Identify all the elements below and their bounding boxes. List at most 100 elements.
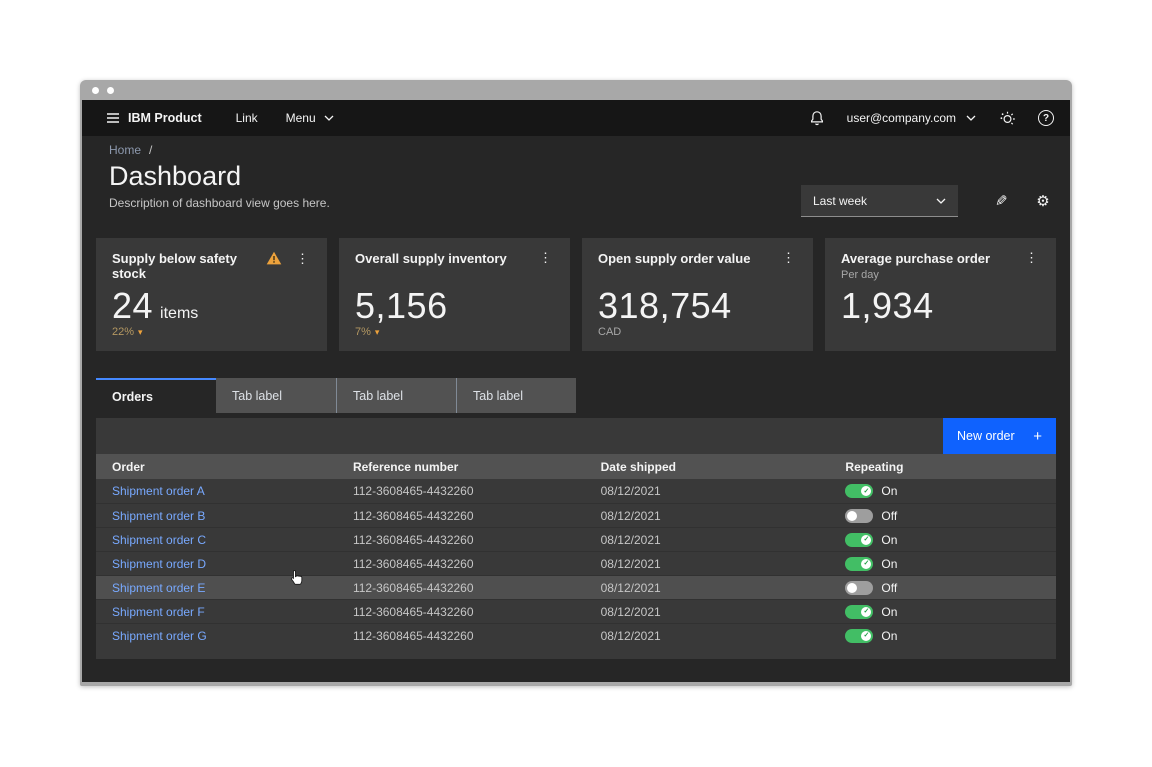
toggle-state-label: On [881, 533, 897, 547]
table-row[interactable]: Shipment order G 112-3608465-4432260 08/… [96, 623, 1056, 647]
edit-icon[interactable]: ✎ [988, 188, 1014, 214]
user-account-menu[interactable]: user@company.com [847, 111, 976, 125]
table-row[interactable]: Shipment order C 112-3608465-4432260 08/… [96, 527, 1056, 551]
kpi-card-open-supply-order-value: Open supply order value ⋮ 318,754 CAD [582, 238, 813, 351]
toggle-state-label: On [881, 605, 897, 619]
kpi-card-supply-below-safety-stock: Supply below safety stock ⋮ 24 items 22%… [96, 238, 327, 351]
browser-window: IBM Product Link Menu user@company.com [80, 80, 1072, 686]
kpi-value: 318,754 [598, 289, 732, 323]
repeating-toggle[interactable]: ✓ [845, 605, 873, 619]
settings-gear-icon[interactable]: ⚙ [1030, 188, 1056, 214]
card-title: Supply below safety stock [112, 251, 258, 281]
kpi-value: 1,934 [841, 289, 934, 323]
browser-titlebar [82, 80, 1070, 100]
tab-label-3[interactable]: Tab label [456, 378, 576, 413]
repeating-toggle[interactable]: ✓ [845, 509, 873, 523]
kpi-card-average-purchase-order: Average purchase order ⋮ Per day 1,934 [825, 238, 1056, 351]
date-shipped-cell: 08/12/2021 [585, 605, 830, 619]
kpi-card-overall-supply-inventory: Overall supply inventory ⋮ 5,156 7% ▾ [339, 238, 570, 351]
hamburger-menu-icon[interactable] [98, 110, 128, 126]
caret-down-icon: ▾ [138, 328, 143, 337]
date-shipped-cell: 08/12/2021 [585, 484, 830, 498]
reference-cell: 112-3608465-4432260 [337, 484, 585, 498]
nav-link[interactable]: Link [236, 111, 258, 125]
order-link[interactable]: Shipment order A [112, 484, 205, 498]
table-row[interactable]: Shipment order D 112-3608465-4432260 08/… [96, 551, 1056, 575]
nav-menu-label: Menu [286, 111, 316, 125]
toggle-state-label: On [881, 629, 897, 643]
user-email: user@company.com [847, 111, 956, 125]
kpi-unit: items [160, 305, 198, 323]
kpi-value: 5,156 [355, 289, 448, 323]
notifications-bell-icon[interactable] [809, 110, 825, 127]
order-link[interactable]: Shipment order G [112, 629, 207, 643]
chevron-down-icon [936, 198, 946, 204]
trend-value: 7% [355, 326, 371, 339]
order-link[interactable]: Shipment order E [112, 581, 205, 595]
column-header-date-shipped[interactable]: Date shipped [585, 460, 830, 474]
table-header: Order Reference number Date shipped Repe… [96, 454, 1056, 479]
tab-label-2[interactable]: Tab label [336, 378, 456, 413]
plus-icon: + [1033, 428, 1042, 445]
toggle-state-label: Off [881, 509, 897, 523]
reference-cell: 112-3608465-4432260 [337, 629, 585, 643]
reference-cell: 112-3608465-4432260 [337, 581, 585, 595]
order-link[interactable]: Shipment order D [112, 557, 206, 571]
overflow-menu-icon[interactable]: ⋮ [294, 252, 311, 265]
date-shipped-cell: 08/12/2021 [585, 509, 830, 523]
reference-cell: 112-3608465-4432260 [337, 557, 585, 571]
column-header-repeating[interactable]: Repeating [829, 460, 1056, 474]
repeating-toggle[interactable]: ✓ [845, 581, 873, 595]
app-frame: IBM Product Link Menu user@company.com [82, 100, 1070, 682]
repeating-toggle[interactable]: ✓ [845, 557, 873, 571]
tab-orders[interactable]: Orders [96, 378, 216, 413]
nav-menu[interactable]: Menu [286, 111, 334, 125]
tab-bar: Orders Tab label Tab label Tab label [96, 378, 1056, 413]
warning-icon [266, 251, 282, 265]
caret-down-icon: ▾ [375, 328, 380, 337]
table-row[interactable]: Shipment order F 112-3608465-4432260 08/… [96, 599, 1056, 623]
chevron-down-icon [324, 115, 334, 121]
reference-cell: 112-3608465-4432260 [337, 605, 585, 619]
period-dropdown-value: Last week [813, 194, 867, 208]
date-shipped-cell: 08/12/2021 [585, 629, 830, 643]
card-subtitle: Per day [841, 269, 1040, 281]
idea-icon[interactable] [998, 109, 1016, 127]
kpi-value: 24 [112, 289, 153, 323]
breadcrumb-home-link[interactable]: Home [109, 143, 141, 157]
column-header-order[interactable]: Order [96, 460, 337, 474]
new-order-button[interactable]: New order + [943, 418, 1056, 454]
order-link[interactable]: Shipment order B [112, 509, 205, 523]
table-toolbar: New order + [96, 418, 1056, 454]
table-row[interactable]: Shipment order A 112-3608465-4432260 08/… [96, 479, 1056, 503]
card-title: Open supply order value [598, 251, 772, 266]
period-dropdown[interactable]: Last week [801, 185, 958, 217]
table-body: Shipment order A 112-3608465-4432260 08/… [96, 479, 1056, 659]
tab-label-1[interactable]: Tab label [216, 378, 336, 413]
page-title: Dashboard [109, 162, 330, 190]
reference-cell: 112-3608465-4432260 [337, 533, 585, 547]
overflow-menu-icon[interactable]: ⋮ [780, 251, 797, 264]
order-link[interactable]: Shipment order C [112, 533, 206, 547]
order-link[interactable]: Shipment order F [112, 605, 205, 619]
page-heading-block: Dashboard Description of dashboard view … [109, 157, 330, 210]
trend-value: 22% [112, 326, 134, 339]
date-shipped-cell: 08/12/2021 [585, 557, 830, 571]
repeating-toggle[interactable]: ✓ [845, 484, 873, 498]
help-icon[interactable]: ? [1038, 110, 1054, 126]
window-dot [107, 87, 114, 94]
window-dot [92, 87, 99, 94]
kpi-cards: Supply below safety stock ⋮ 24 items 22%… [96, 238, 1056, 351]
column-header-reference[interactable]: Reference number [337, 460, 585, 474]
table-row[interactable]: Shipment order E 112-3608465-4432260 08/… [96, 575, 1056, 599]
table-row[interactable]: Shipment order B 112-3608465-4432260 08/… [96, 503, 1056, 527]
page-content: Home / Dashboard Description of dashboar… [82, 136, 1070, 682]
breadcrumb-separator: / [149, 143, 152, 157]
new-order-label: New order [957, 429, 1015, 443]
overflow-menu-icon[interactable]: ⋮ [1023, 251, 1040, 264]
repeating-toggle[interactable]: ✓ [845, 629, 873, 643]
toggle-state-label: On [881, 484, 897, 498]
repeating-toggle[interactable]: ✓ [845, 533, 873, 547]
toggle-state-label: On [881, 557, 897, 571]
overflow-menu-icon[interactable]: ⋮ [537, 251, 554, 264]
